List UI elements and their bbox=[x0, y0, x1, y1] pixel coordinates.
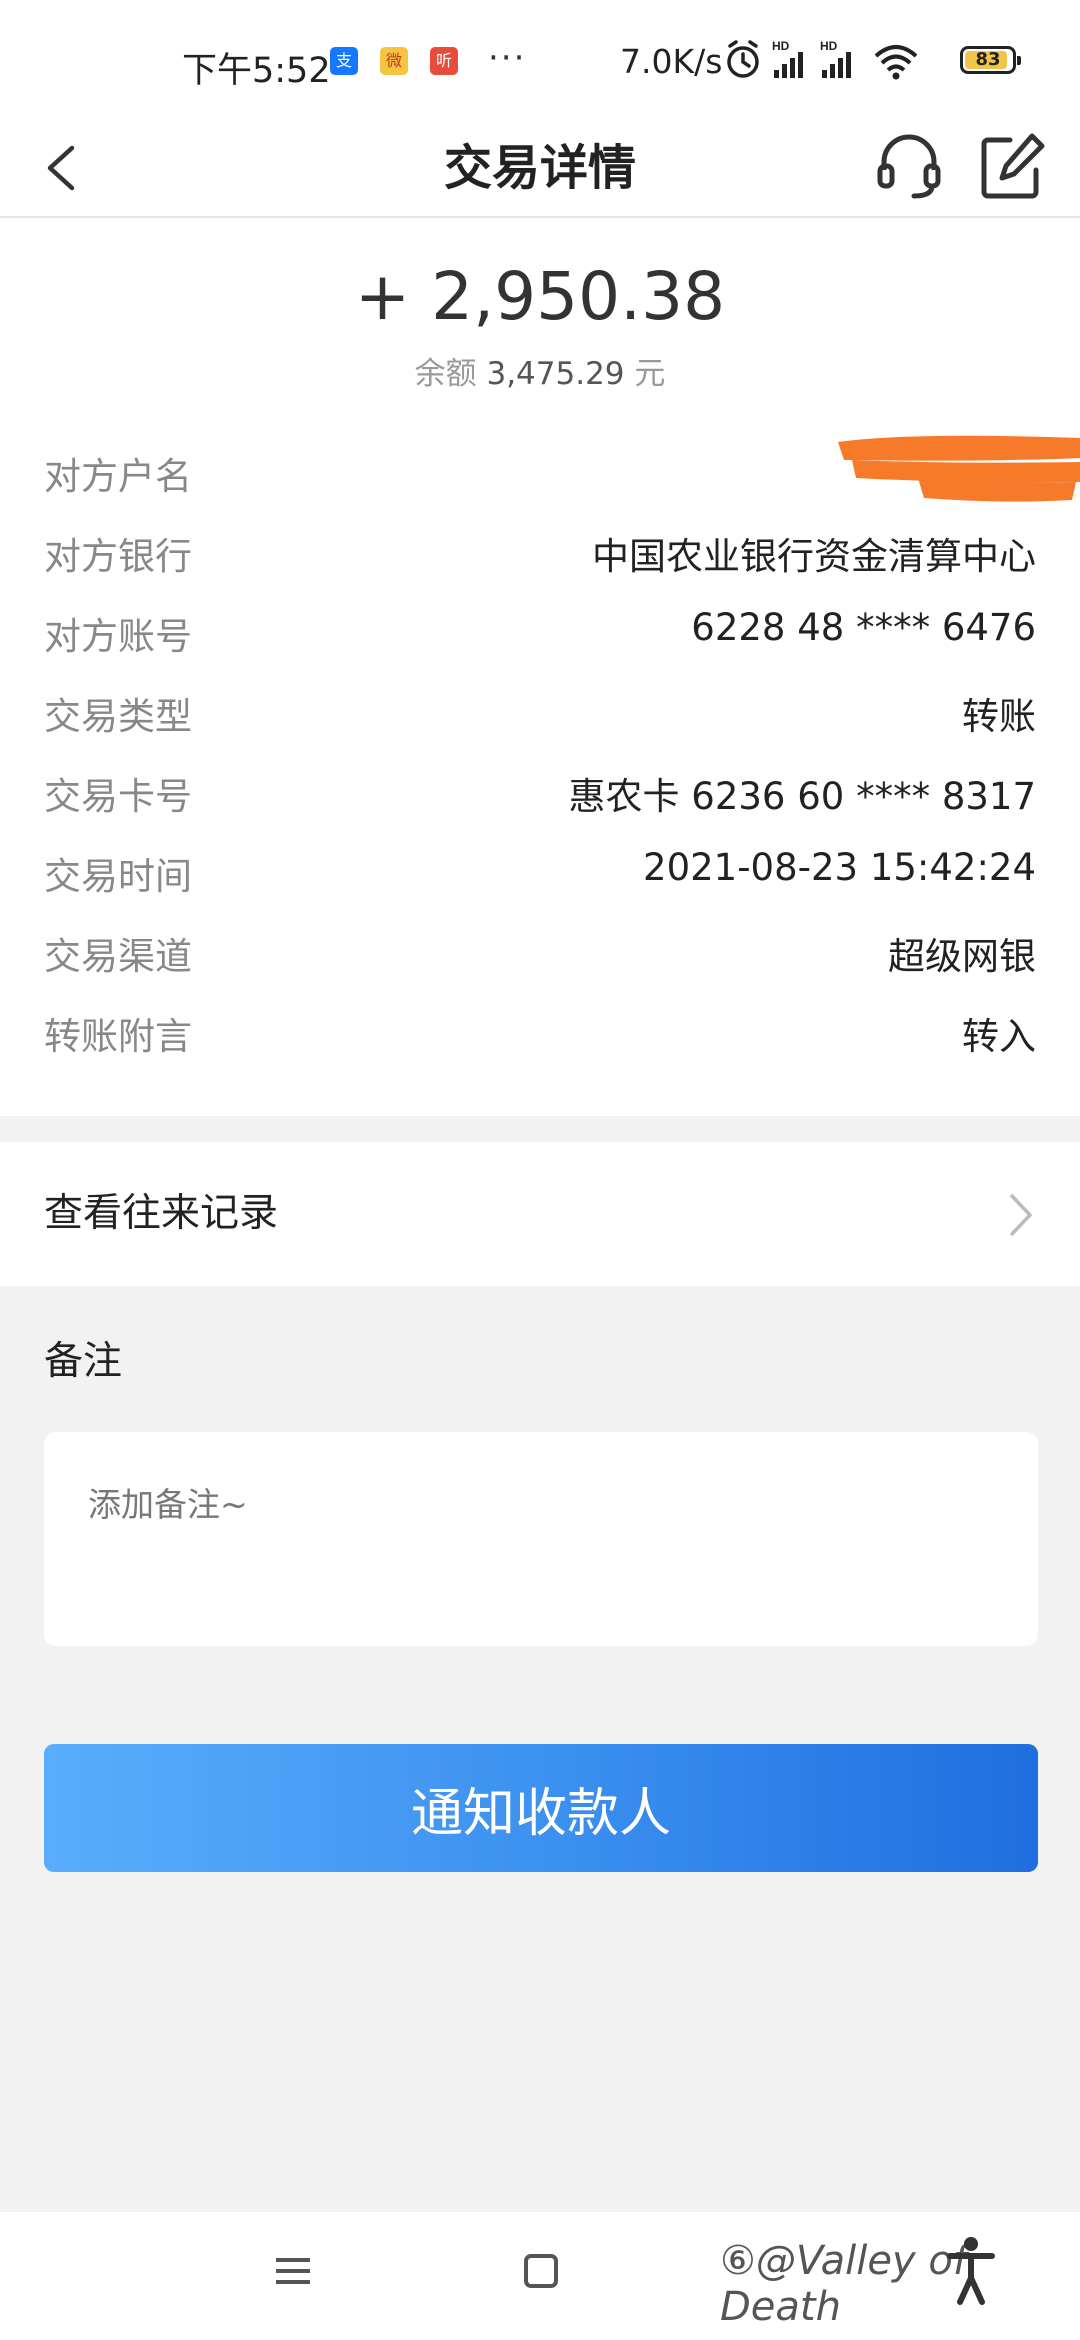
redaction-mark bbox=[838, 435, 1080, 502]
chevron-right-icon bbox=[1010, 1194, 1032, 1236]
detail-row-bank: 对方银行 中国农业银行资金清算中心 bbox=[44, 526, 1036, 586]
svg-text:HD: HD bbox=[772, 39, 790, 53]
menu-icon[interactable] bbox=[276, 2256, 310, 2286]
battery-level: 83 bbox=[975, 49, 1001, 70]
detail-value: 惠农卡 6236 60 **** 8317 bbox=[568, 775, 1036, 818]
detail-value: 2021-08-23 15:42:24 bbox=[643, 846, 1036, 889]
status-icons: HD HD bbox=[724, 38, 954, 86]
detail-value: 超级网银 bbox=[888, 935, 1036, 978]
watermark: ⑥@Valley of Death bbox=[720, 2238, 967, 2330]
balance-unit: 元 bbox=[634, 356, 666, 392]
detail-label: 交易卡号 bbox=[44, 775, 192, 818]
detail-value: 6228 48 **** 6476 bbox=[691, 606, 1036, 649]
status-time: 下午5:52 bbox=[182, 51, 331, 91]
detail-value: 转账 bbox=[962, 695, 1036, 738]
weibo-icon: 微 bbox=[380, 47, 408, 75]
alipay-icon: 支 bbox=[330, 47, 358, 75]
listen-app-icon: 听 bbox=[430, 47, 458, 75]
detail-label: 对方户名 bbox=[44, 455, 192, 498]
detail-label: 交易类型 bbox=[44, 695, 192, 738]
transaction-detail-card: + 2,950.38 余额 3,475.29 元 对方户名 对方银行 中国农业银… bbox=[0, 218, 1080, 1116]
battery-icon: 83 bbox=[960, 46, 1021, 74]
svg-text:HD: HD bbox=[820, 39, 838, 53]
transaction-amount: + 2,950.38 bbox=[354, 258, 726, 335]
detail-row-type: 交易类型 转账 bbox=[44, 686, 1036, 746]
more-notifications-icon: ··· bbox=[488, 38, 527, 78]
view-history-link[interactable]: 查看往来记录 bbox=[0, 1142, 1080, 1286]
network-speed: 7.0K/s bbox=[620, 42, 723, 81]
detail-value: 中国农业银行资金清算中心 bbox=[592, 535, 1036, 578]
detail-label: 转账附言 bbox=[44, 1015, 192, 1058]
nav-bar: 交易详情 bbox=[0, 120, 1080, 218]
balance-line: 余额 3,475.29 元 bbox=[0, 348, 1080, 393]
edit-icon[interactable] bbox=[976, 128, 1046, 204]
balance-label: 余额 bbox=[414, 356, 477, 392]
accessibility-figure-icon bbox=[947, 2237, 995, 2305]
detail-value: 转入 bbox=[962, 1015, 1036, 1058]
detail-label: 对方银行 bbox=[44, 535, 192, 578]
detail-row-card-number: 交易卡号 惠农卡 6236 60 **** 8317 bbox=[44, 766, 1036, 826]
view-history-label: 查看往来记录 bbox=[44, 1191, 279, 1236]
detail-row-account-number: 对方账号 6228 48 **** 6476 bbox=[44, 606, 1036, 666]
detail-row-time: 交易时间 2021-08-23 15:42:24 bbox=[44, 846, 1036, 906]
status-bar: 下午5:52 支 微 听 ··· 7.0K/s HD HD 83 bbox=[0, 0, 1080, 120]
notify-payee-button[interactable]: 通知收款人 bbox=[44, 1744, 1038, 1872]
signal-wifi-icon: HD HD bbox=[727, 39, 918, 80]
remark-input[interactable] bbox=[44, 1432, 1038, 1646]
detail-row-channel: 交易渠道 超级网银 bbox=[44, 926, 1036, 986]
remark-title: 备注 bbox=[44, 1339, 123, 1384]
headset-icon[interactable] bbox=[874, 128, 944, 204]
home-icon[interactable] bbox=[524, 2254, 558, 2288]
balance-value: 3,475.29 bbox=[486, 356, 625, 392]
detail-label: 交易渠道 bbox=[44, 935, 192, 978]
detail-row-memo: 转账附言 转入 bbox=[44, 1006, 1036, 1066]
detail-label: 交易时间 bbox=[44, 855, 192, 898]
detail-label: 对方账号 bbox=[44, 615, 192, 658]
